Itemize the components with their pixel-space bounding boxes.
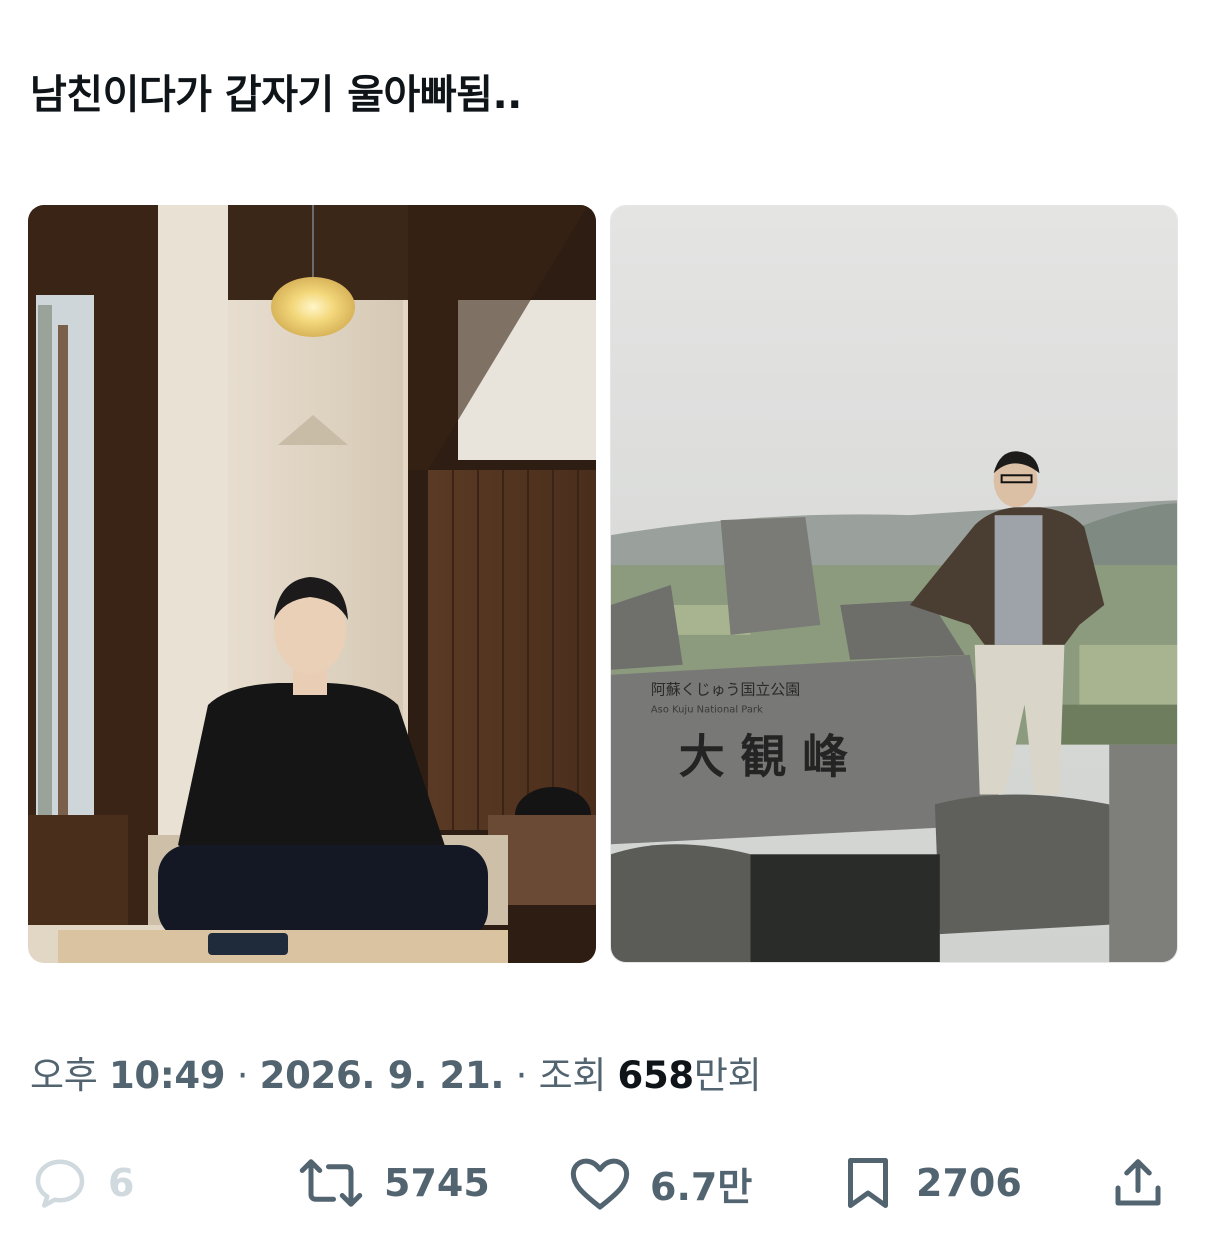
share-icon [1115,1159,1161,1206]
repost-count: 5745 [384,1161,490,1205]
sign-line2: Aso Kuju National Park [651,705,763,716]
photo-cafe-interior [28,205,596,963]
reply-count: 6 [108,1161,135,1205]
sign-main: 大 観 峰 [679,729,849,783]
reply-button[interactable]: 6 [30,1148,134,1218]
sign-line1: 阿蘇くじゅう国立公園 [651,681,800,699]
like-button[interactable]: 6.7만 [568,1148,752,1218]
photo-mountain-monument: 阿蘇くじゅう国立公園 Aso Kuju National Park 大 観 峰 [611,206,1177,962]
tweet-time[interactable]: 10:49 [109,1054,226,1097]
tweet-actions: 6 5745 6.7만 2706 [0,1148,1206,1218]
separator-dot: · [515,1054,528,1097]
media-photo-1[interactable] [28,205,596,963]
views-count: 658 [617,1054,695,1097]
repost-button[interactable]: 5745 [296,1148,490,1218]
views-value[interactable]: 658만회 [618,1054,762,1097]
reply-icon [35,1159,85,1208]
bookmark-icon [848,1158,888,1208]
bookmark-button[interactable]: 2706 [838,1148,1022,1218]
separator-dot: · [236,1054,249,1097]
bookmark-count: 2706 [916,1161,1022,1205]
repost-icon [299,1159,363,1207]
heart-icon [570,1158,630,1210]
tweet-date[interactable]: 2026. 9. 21. [260,1054,505,1097]
views-unit: 만회 [693,1054,762,1097]
media-photo-2[interactable]: 阿蘇くじゅう国立公園 Aso Kuju National Park 大 観 峰 [610,205,1178,963]
views-label: 조회 [538,1054,607,1097]
like-count: 6.7만 [650,1164,753,1209]
share-button[interactable] [1108,1148,1168,1218]
tweet-metadata: 오후 10:49 · 2026. 9. 21. · 조회 658만회 [30,1045,762,1099]
time-prefix: 오후 [30,1054,98,1097]
tweet-text: 남친이다가 갑자기 울아빠됨.. [30,72,522,118]
